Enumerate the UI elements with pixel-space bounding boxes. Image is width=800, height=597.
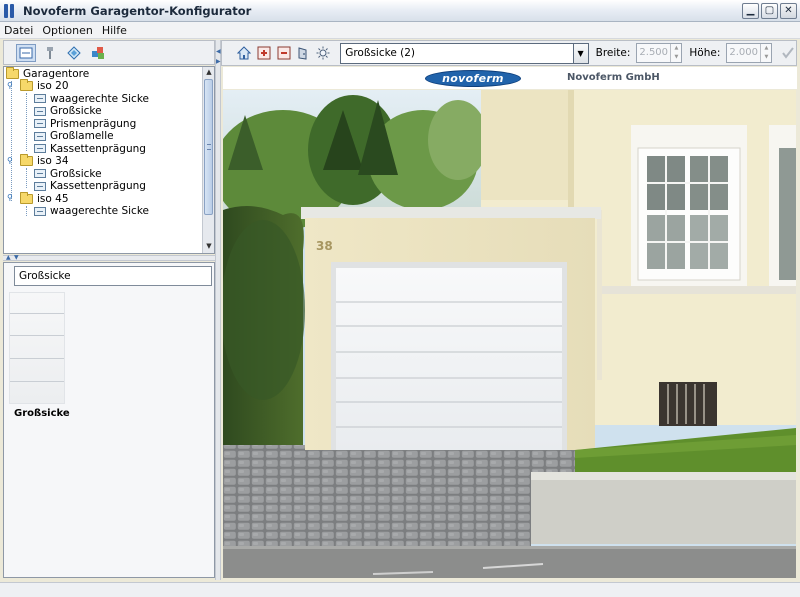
increment-icon[interactable]: ▲ [670, 44, 681, 53]
tree-item-leaf[interactable]: Kassettenprägung [34, 180, 146, 193]
panel-icon [34, 94, 46, 104]
panel-icon [34, 169, 46, 179]
tree-item-iso-45[interactable]: iso 45 [20, 191, 69, 206]
panel-icon [34, 106, 46, 116]
detail-panel: Großsicke Großsicke [3, 262, 215, 578]
right-panel: Großsicke (2) ▼ Breite: 2.500 ▲ ▼ Höhe: … [221, 40, 797, 580]
door-model-select[interactable]: Großsicke (2) ▼ [340, 42, 589, 64]
house-number: 38 [316, 239, 333, 253]
door-preview-thumbnail[interactable] [9, 292, 65, 404]
folder-icon [20, 154, 33, 167]
tree-item-leaf[interactable]: waagerechte Sicke [34, 205, 149, 218]
width-stepper[interactable]: 2.500 ▲ ▼ [636, 43, 683, 63]
chevron-down-icon[interactable]: ▼ [572, 43, 588, 63]
collapse-icon[interactable]: ⚲ [7, 157, 15, 165]
home-icon[interactable] [236, 44, 253, 62]
panel-icon [34, 144, 46, 154]
tree-root[interactable]: Garagentore [6, 67, 89, 81]
remove-image-icon[interactable] [275, 44, 292, 62]
preview-label: Großsicke [14, 408, 70, 419]
add-image-icon[interactable] [256, 44, 273, 62]
folder-icon [20, 191, 33, 204]
decrement-icon[interactable]: ▼ [760, 53, 771, 62]
tree-item-iso-34[interactable]: iso 34 [20, 154, 69, 168]
scroll-thumb[interactable] [204, 79, 213, 215]
sun-icon[interactable] [315, 44, 332, 62]
garage-preview-image: 38 [223, 90, 796, 578]
menu-optionen[interactable]: Optionen [42, 24, 92, 37]
tool-icon[interactable] [40, 44, 60, 62]
menu-datei[interactable]: Datei [4, 24, 33, 37]
scroll-down-icon[interactable]: ▼ [204, 242, 214, 252]
tree-item-leaf[interactable]: Großsicke [34, 105, 102, 118]
increment-icon[interactable]: ▲ [760, 44, 771, 53]
panel-icon [34, 181, 46, 191]
menu-bar: Datei Optionen Hilfe [0, 22, 800, 39]
scroll-up-icon[interactable]: ▲ [204, 68, 214, 78]
tree-item-leaf[interactable]: waagerechte Sicke [34, 93, 149, 106]
novoferm-logo: novoferm [425, 70, 521, 87]
tree-item-leaf[interactable]: Großlamelle [34, 130, 114, 143]
brand-header: novoferm Novoferm GmbH [223, 67, 797, 89]
tree-scrollbar[interactable]: ▲ ▼ [202, 67, 214, 253]
height-label: Höhe: [689, 47, 721, 59]
tree-item-leaf[interactable]: Prismenprägung [34, 118, 136, 131]
window-title: Novoferm Garagentor-Konfigurator [23, 3, 252, 18]
maximize-button[interactable]: ▢ [761, 2, 778, 19]
height-stepper[interactable]: 2.000 ▲ ▼ [726, 43, 773, 63]
close-button[interactable]: ✕ [780, 2, 797, 19]
tree-item-iso-20[interactable]: iso 20 [20, 79, 69, 93]
category-tree[interactable]: Garagentore ⚲ iso 20 waagerechte Sicke G… [3, 66, 215, 254]
width-label: Breite: [595, 47, 631, 59]
panel-splitter[interactable]: ▲ ▼ [3, 254, 215, 261]
left-toolbar [3, 40, 215, 65]
decrement-icon[interactable]: ▼ [670, 53, 681, 62]
tree-item-leaf[interactable]: Großsicke [34, 168, 102, 181]
left-panel: Garagentore ⚲ iso 20 waagerechte Sicke G… [3, 40, 215, 580]
panel-icon [34, 119, 46, 129]
name-field[interactable]: Großsicke [14, 266, 212, 286]
panel-icon [34, 131, 46, 141]
panel-icon [34, 206, 46, 216]
title-bar: Novoferm Garagentor-Konfigurator ▁ ▢ ✕ [0, 0, 800, 22]
folder-icon [6, 67, 19, 80]
collapse-icon[interactable]: ⚲ [7, 82, 15, 90]
tree-item-leaf[interactable]: Kassettenprägung [34, 143, 146, 156]
door-icon[interactable] [295, 44, 312, 62]
puzzle-icon[interactable] [88, 44, 108, 62]
status-bar [0, 582, 800, 597]
collapse-icon[interactable]: ⚲ [7, 194, 15, 202]
diamond-icon[interactable] [64, 44, 84, 62]
app-icon [4, 3, 18, 18]
company-name: Novoferm GmbH [567, 72, 660, 83]
menu-hilfe[interactable]: Hilfe [102, 24, 127, 37]
right-toolbar: Großsicke (2) ▼ Breite: 2.500 ▲ ▼ Höhe: … [221, 40, 797, 66]
apply-check-icon[interactable] [779, 44, 796, 62]
minimize-button[interactable]: ▁ [742, 2, 759, 19]
folder-icon [20, 79, 33, 92]
tor-view-icon[interactable] [16, 43, 36, 62]
